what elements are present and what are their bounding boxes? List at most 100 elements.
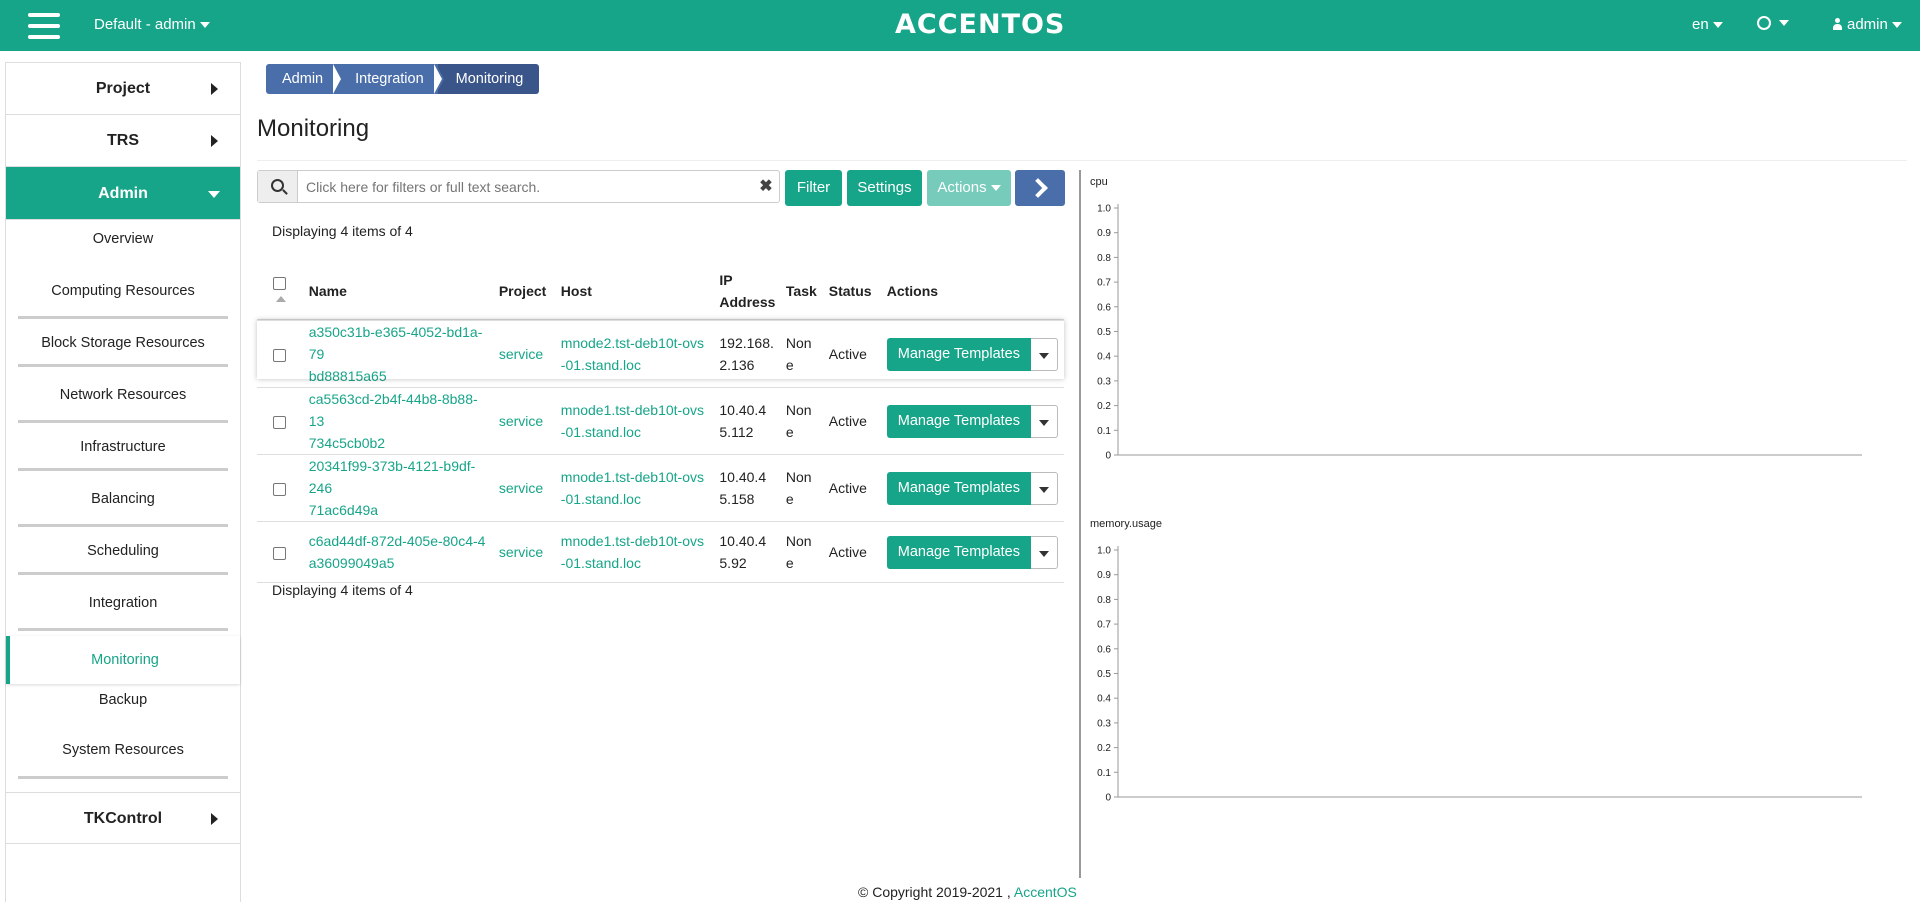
cell-status: Active [822,521,881,583]
manage-templates-button[interactable]: Manage Templates [886,337,1031,371]
sidebar-item-balancing[interactable]: Balancing [6,476,240,532]
chart-axis [1117,204,1862,456]
row-checkbox[interactable] [273,482,286,496]
row-actions-dropdown-toggle[interactable] [1031,471,1058,505]
chevron-down-icon [199,22,210,29]
sidebar-item-monitoring[interactable]: Monitoring [6,636,240,684]
breadcrumb-admin[interactable]: Admin [266,64,344,94]
hamburger-menu-icon[interactable] [28,13,60,39]
row-select-cell [257,320,303,388]
column-header-host[interactable]: Host [554,262,714,321]
ip-line: 5.158 [719,491,755,507]
cell-project: service [492,454,555,522]
row-checkbox[interactable] [273,348,286,362]
sidebar-item-block-storage-resources[interactable]: Block Storage Resources [6,324,240,372]
sidebar-item-network-resources[interactable]: Network Resources [6,372,240,428]
host-link[interactable]: mnode1.tst-deb10t-ovs -01.stand.loc [561,533,704,571]
sidebar-section-trs[interactable]: TRS [6,115,240,167]
y-tick-label: 0.9 [1097,228,1111,239]
y-tick-label: 0.5 [1097,327,1111,338]
theme-selector[interactable] [1757,14,1789,31]
language-selector[interactable]: en [1692,16,1723,33]
sidebar-item-label: Integration [88,595,158,611]
user-menu[interactable]: admin [1832,16,1902,33]
instance-name-link[interactable]: c6ad44df-872d-405e-80c4-4 a36099049a5 [309,533,486,571]
y-tick-label: 0.4 [1097,694,1111,705]
sidebar-section-admin[interactable]: Admin [6,167,240,220]
column-header-project[interactable]: Project [492,262,555,321]
task-line: Non [785,469,812,485]
table-row: ca5563cd-2b4f-44b8-8b88-13 734c5cb0b2 serv… [257,387,1064,455]
project-link[interactable]: service [499,480,543,496]
column-header-name[interactable]: Name [302,262,493,321]
cell-project: service [492,320,555,388]
table-row: c6ad44df-872d-405e-80c4-4 a36099049a5 serv… [257,521,1064,583]
host-line: -01.stand.loc [560,357,641,373]
host-link[interactable]: mnode1.tst-deb10t-ovs -01.stand.loc [561,402,704,440]
column-header-status[interactable]: Status [822,262,881,321]
chevron-right-icon [1028,178,1048,198]
actions-dropdown-button[interactable]: Actions [927,170,1011,206]
cell-task: Non e [779,320,823,388]
divider [18,468,228,471]
sort-arrow-icon[interactable] [276,295,286,302]
sidebar-item-scheduling[interactable]: Scheduling [6,532,240,580]
column-header-ip-address[interactable]: IP Address [713,262,780,321]
column-header-task[interactable]: Task [779,262,823,321]
cell-host: mnode1.tst-deb10t-ovs -01.stand.loc [554,454,714,522]
cell-name: ca5563cd-2b4f-44b8-8b88-13 734c5cb0b2 [302,387,493,455]
sidebar-item-label: System Resources [62,742,184,758]
manage-templates-button[interactable]: Manage Templates [886,535,1031,569]
row-checkbox[interactable] [273,546,286,560]
cell-status: Active [822,387,881,455]
project-link[interactable]: service [499,544,543,560]
divider [18,524,228,527]
search-input[interactable] [298,171,753,202]
cell-ip-address: 192.168. 2.136 [713,320,780,388]
instance-name-link[interactable]: 20341f99-373b-4121-b9df-246 71ac6d49a [309,458,476,518]
next-button[interactable] [1015,170,1065,206]
instance-name-link[interactable]: ca5563cd-2b4f-44b8-8b88-13 734c5cb0b2 [309,391,478,451]
sidebar-item-backup[interactable]: Backup [6,684,240,726]
sidebar-item-computing-resources[interactable]: Computing Resources [6,268,240,324]
divider [18,316,228,319]
column-header-ip-label: IP Address [719,271,776,310]
row-actions-dropdown-toggle[interactable] [1031,337,1058,371]
cpu-chart-svg: 1.0 0.9 0.8 0.7 0.6 0.5 0.4 0.3 0.2 0.1 0 [1097,204,1862,462]
row-actions: Manage Templates [886,404,1058,438]
select-all-checkbox[interactable] [273,277,286,291]
sidebar-section-tkcontrol[interactable]: TKControl [6,792,240,844]
sidebar-item-system-resources[interactable]: System Resources [6,726,240,784]
y-tick-label: 0.6 [1097,302,1111,313]
project-link[interactable]: service [499,413,543,429]
y-tick-label: 0 [1105,793,1111,804]
clear-search-icon[interactable]: ✖ [753,171,779,202]
row-actions: Manage Templates [886,535,1058,569]
sidebar-item-integration[interactable]: Integration [6,580,240,636]
manage-templates-button[interactable]: Manage Templates [886,404,1031,438]
host-link[interactable]: mnode1.tst-deb10t-ovs -01.stand.loc [561,469,704,507]
instance-name-link[interactable]: a350c31b-e365-4052-bd1a-79 bd88815a65 [309,324,483,384]
search-icon[interactable] [258,171,298,202]
row-actions-dropdown-toggle[interactable] [1031,535,1058,569]
row-checkbox[interactable] [273,415,286,429]
instances-table: Name Project Host IP Address Task Status… [257,262,1064,583]
sidebar-section-project[interactable]: Project [6,63,240,115]
project-selector[interactable]: Default - admin [94,16,210,33]
filter-button[interactable]: Filter [785,170,842,206]
cell-ip-address: 10.40.4 5.112 [713,387,780,455]
search-box: ✖ [257,170,780,203]
accentos-link[interactable]: AccentOS [1014,884,1077,900]
sidebar-item-infrastructure[interactable]: Infrastructure [6,428,240,476]
row-actions-dropdown-toggle[interactable] [1031,404,1058,438]
breadcrumb-integration[interactable]: Integration [337,64,444,94]
manage-templates-button[interactable]: Manage Templates [886,471,1031,505]
settings-button[interactable]: Settings [847,170,922,206]
y-tick-label: 0.3 [1097,376,1111,387]
sidebar-item-overview[interactable]: Overview [6,220,240,268]
host-link[interactable]: mnode2.tst-deb10t-ovs -01.stand.loc [561,335,704,373]
user-icon [1832,18,1843,30]
project-link[interactable]: service [499,346,543,362]
y-tick-label: 0.4 [1097,352,1111,363]
project-selector-label: Default - admin [94,16,196,33]
